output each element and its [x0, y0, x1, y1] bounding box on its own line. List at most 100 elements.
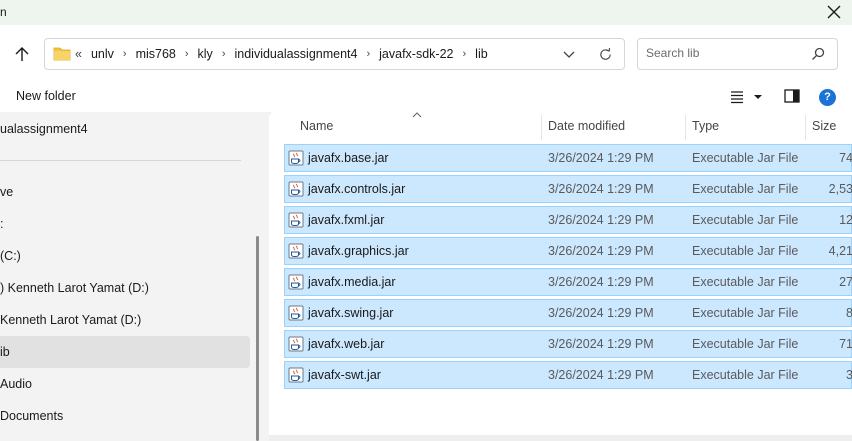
- sort-ascending-icon: [412, 112, 422, 118]
- file-name: javafx.swing.jar: [308, 306, 394, 320]
- file-name: javafx.base.jar: [308, 151, 389, 165]
- file-size: 74: [839, 151, 852, 165]
- breadcrumb-item[interactable]: kly: [198, 47, 213, 61]
- jar-file-icon: [288, 181, 304, 197]
- breadcrumb-overflow[interactable]: «: [75, 47, 82, 61]
- column-type[interactable]: Type: [692, 119, 719, 133]
- jar-file-icon: [288, 243, 304, 259]
- column-name[interactable]: Name: [300, 119, 333, 133]
- jar-file-icon: [288, 336, 304, 352]
- breadcrumb-separator[interactable]: ›: [366, 48, 370, 60]
- file-type: Executable Jar File: [692, 244, 799, 258]
- file-date-modified: 3/26/2024 1:29 PM: [548, 368, 654, 382]
- file-size: 2,53: [828, 182, 852, 196]
- file-row[interactable]: javafx.web.jar 3/26/2024 1:29 PM Executa…: [284, 330, 852, 358]
- file-type: Executable Jar File: [692, 275, 799, 289]
- file-date-modified: 3/26/2024 1:29 PM: [548, 275, 654, 289]
- breadcrumb-item[interactable]: javafx-sdk-22: [379, 47, 453, 61]
- file-row[interactable]: javafx-swt.jar 3/26/2024 1:29 PM Executa…: [284, 361, 852, 389]
- file-size: 4,21: [828, 244, 852, 258]
- help-icon[interactable]: ?: [819, 89, 836, 106]
- file-type: Executable Jar File: [692, 306, 799, 320]
- file-date-modified: 3/26/2024 1:29 PM: [548, 244, 654, 258]
- chevron-down-icon[interactable]: [563, 49, 575, 59]
- file-date-modified: 3/26/2024 1:29 PM: [548, 182, 654, 196]
- breadcrumb-item[interactable]: unlv: [91, 47, 114, 61]
- file-date-modified: 3/26/2024 1:29 PM: [548, 337, 654, 351]
- column-divider[interactable]: [685, 115, 686, 140]
- file-row[interactable]: javafx.base.jar 3/26/2024 1:29 PM Execut…: [284, 144, 852, 172]
- file-size: 3: [846, 368, 852, 382]
- column-divider[interactable]: [541, 115, 542, 140]
- breadcrumb-separator[interactable]: ›: [463, 48, 467, 60]
- file-date-modified: 3/26/2024 1:29 PM: [548, 151, 654, 165]
- sidebar-item[interactable]: ve: [0, 176, 250, 208]
- view-options-icon[interactable]: [729, 90, 765, 104]
- file-name: javafx.web.jar: [308, 337, 385, 351]
- navigation-row: « unlv › mis768 › kly › individualassign…: [0, 25, 852, 81]
- file-row[interactable]: javafx.media.jar 3/26/2024 1:29 PM Execu…: [284, 268, 852, 296]
- search-box[interactable]: [637, 38, 838, 70]
- sidebar-divider: [0, 160, 241, 161]
- file-size: 8: [846, 306, 852, 320]
- file-name: javafx.fxml.jar: [308, 213, 385, 227]
- search-input[interactable]: [646, 46, 806, 60]
- file-name: javafx.graphics.jar: [308, 244, 409, 258]
- sidebar-item-lib[interactable]: ib: [0, 336, 250, 368]
- breadcrumb-separator[interactable]: ›: [185, 48, 189, 60]
- command-bar: New folder ?: [0, 81, 852, 112]
- column-header: Name Date modified Type Size: [269, 112, 852, 142]
- file-row[interactable]: javafx.controls.jar 3/26/2024 1:29 PM Ex…: [284, 175, 852, 203]
- jar-file-icon: [288, 305, 304, 321]
- file-type: Executable Jar File: [692, 213, 799, 227]
- file-name: javafx.controls.jar: [308, 182, 406, 196]
- file-row[interactable]: javafx.fxml.jar 3/26/2024 1:29 PM Execut…: [284, 206, 852, 234]
- column-divider[interactable]: [805, 115, 806, 140]
- file-name: javafx-swt.jar: [308, 368, 381, 382]
- file-row[interactable]: javafx.swing.jar 3/26/2024 1:29 PM Execu…: [284, 299, 852, 327]
- jar-file-icon: [288, 150, 304, 166]
- search-icon[interactable]: [811, 47, 825, 61]
- jar-file-icon: [288, 212, 304, 228]
- close-icon[interactable]: [824, 2, 844, 22]
- navigation-pane: ualassignment4 ve : (C:) ) Kenneth Larot…: [0, 112, 259, 441]
- horizontal-scrollbar[interactable]: [269, 435, 852, 441]
- file-type: Executable Jar File: [692, 368, 799, 382]
- column-size[interactable]: Size: [812, 119, 836, 133]
- address-bar[interactable]: « unlv › mis768 › kly › individualassign…: [44, 38, 625, 70]
- file-type: Executable Jar File: [692, 337, 799, 351]
- new-folder-button[interactable]: New folder: [16, 89, 76, 103]
- column-date-modified[interactable]: Date modified: [548, 119, 625, 133]
- breadcrumb: « unlv › mis768 › kly › individualassign…: [75, 47, 488, 61]
- content-area: ualassignment4 ve : (C:) ) Kenneth Larot…: [0, 112, 852, 441]
- sidebar-item[interactable]: ualassignment4: [0, 113, 250, 145]
- window-title: n: [0, 5, 7, 19]
- details-pane-icon[interactable]: [784, 89, 800, 103]
- breadcrumb-separator[interactable]: ›: [222, 48, 226, 60]
- title-bar: n: [0, 0, 852, 25]
- jar-file-icon: [288, 367, 304, 383]
- file-row[interactable]: javafx.graphics.jar 3/26/2024 1:29 PM Ex…: [284, 237, 852, 265]
- file-size: 12: [839, 213, 852, 227]
- file-size: 27: [839, 275, 852, 289]
- file-type: Executable Jar File: [692, 182, 799, 196]
- file-list: Name Date modified Type Size javafx.base…: [269, 112, 852, 441]
- arrow-up-icon[interactable]: [12, 44, 32, 64]
- jar-file-icon: [288, 274, 304, 290]
- sidebar-scrollbar[interactable]: [256, 236, 259, 441]
- sidebar-item-drive-c[interactable]: (C:): [0, 240, 250, 272]
- file-date-modified: 3/26/2024 1:29 PM: [548, 213, 654, 227]
- breadcrumb-item[interactable]: mis768: [136, 47, 176, 61]
- sidebar-item-drive-d[interactable]: Kenneth Larot Yamat (D:): [0, 304, 250, 336]
- breadcrumb-item[interactable]: individualassignment4: [234, 47, 357, 61]
- breadcrumb-separator[interactable]: ›: [123, 48, 127, 60]
- sidebar-item[interactable]: :: [0, 208, 250, 240]
- sidebar-item-drive-d[interactable]: ) Kenneth Larot Yamat (D:): [0, 272, 250, 304]
- sidebar-item-audio[interactable]: Audio: [0, 368, 250, 400]
- refresh-icon[interactable]: [598, 47, 613, 62]
- file-type: Executable Jar File: [692, 151, 799, 165]
- breadcrumb-item-current[interactable]: lib: [475, 47, 488, 61]
- sidebar-item-documents[interactable]: Documents: [0, 400, 250, 432]
- file-date-modified: 3/26/2024 1:29 PM: [548, 306, 654, 320]
- folder-icon: [53, 47, 71, 61]
